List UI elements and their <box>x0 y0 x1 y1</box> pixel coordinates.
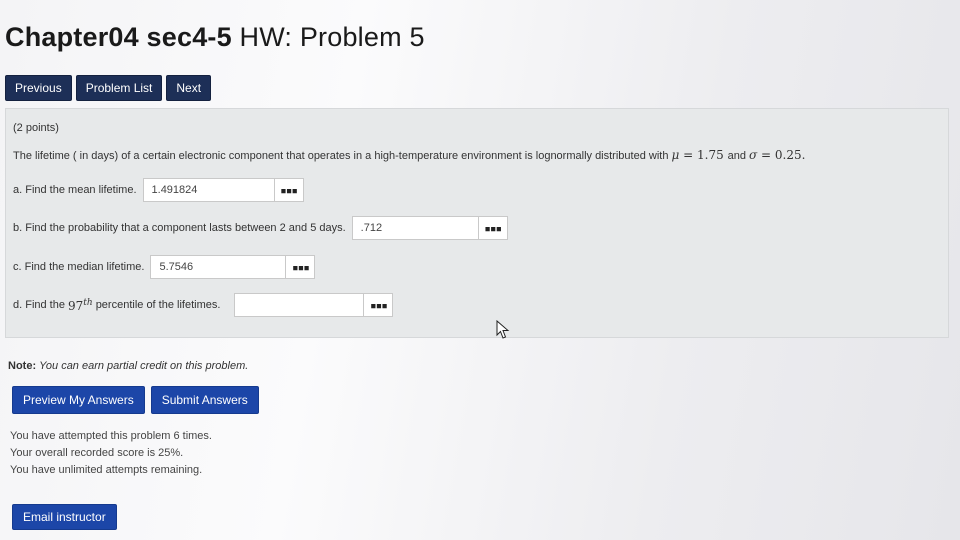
sigma-symbol: σ <box>749 148 758 162</box>
problem-statement: The lifetime ( in days) of a certain ele… <box>13 148 805 162</box>
attempts-info: You have attempted this problem 6 times.… <box>10 428 212 479</box>
part-a-matrix-icon[interactable]: ▪▪▪ <box>273 178 304 202</box>
partial-credit-note: Note: You can earn partial credit on thi… <box>8 360 248 372</box>
email-instructor-button[interactable]: Email instructor <box>12 504 117 530</box>
part-d-label-suffix: percentile of the lifetimes. <box>95 299 221 311</box>
mouse-cursor-icon <box>496 320 510 339</box>
email-section: Email instructor <box>12 504 117 530</box>
next-button[interactable]: Next <box>166 75 212 101</box>
problem-list-button[interactable]: Problem List <box>75 75 163 101</box>
mu-value: 1.75 <box>697 148 724 162</box>
sigma-value: 0.25 <box>774 148 802 162</box>
title-rest: HW: Problem 5 <box>239 22 425 52</box>
part-b-label: b. Find the probability that a component… <box>13 222 346 234</box>
title-main: Chapter04 sec4-5 <box>5 22 232 52</box>
mu-symbol: μ <box>671 148 680 162</box>
submit-answers-button[interactable]: Submit Answers <box>150 386 259 414</box>
note-label: Note: <box>8 360 37 372</box>
attempts-line: You have attempted this problem 6 times. <box>10 430 212 442</box>
part-c-label: c. Find the median lifetime. <box>13 261 145 273</box>
part-c-matrix-icon[interactable]: ▪▪▪ <box>285 255 316 279</box>
preview-answers-button[interactable]: Preview My Answers <box>12 386 145 414</box>
part-a: a. Find the mean lifetime. ▪▪▪ <box>13 178 304 202</box>
part-d-percentile-number: 97 <box>67 298 84 313</box>
part-c: c. Find the median lifetime. ▪▪▪ <box>13 255 316 279</box>
part-a-label: a. Find the mean lifetime. <box>13 184 137 196</box>
part-c-answer-input[interactable] <box>150 255 287 279</box>
answer-actions: Preview My Answers Submit Answers <box>12 386 259 414</box>
note-text: You can earn partial credit on this prob… <box>39 360 249 372</box>
part-d-answer-input[interactable] <box>234 293 365 317</box>
and-word: and <box>727 150 746 162</box>
previous-button[interactable]: Previous <box>5 75 72 101</box>
part-d-label-prefix: d. Find the <box>13 299 65 311</box>
part-d: d. Find the 97th percentile of the lifet… <box>13 293 394 317</box>
part-b-answer-input[interactable] <box>351 216 479 240</box>
part-a-answer-input[interactable] <box>142 178 275 202</box>
sigma-expression: σ = 0.25. <box>749 148 806 162</box>
part-b-matrix-icon[interactable]: ▪▪▪ <box>477 216 508 240</box>
problem-points: (2 points) <box>13 122 59 134</box>
problem-panel: (2 points) The lifetime ( in days) of a … <box>5 108 949 338</box>
part-d-percentile-sup: th <box>83 297 93 308</box>
problem-nav: Previous Problem List Next <box>5 75 212 101</box>
mu-expression: μ = 1.75 <box>671 148 724 162</box>
score-line: Your overall recorded score is 25%. <box>10 447 184 459</box>
part-d-matrix-icon[interactable]: ▪▪▪ <box>363 293 394 317</box>
part-d-percentile-math: 97th <box>68 298 93 313</box>
part-b: b. Find the probability that a component… <box>13 216 508 240</box>
remaining-line: You have unlimited attempts remaining. <box>10 464 203 476</box>
page-title: Chapter04 sec4-5 HW: Problem 5 <box>5 22 425 53</box>
statement-text: The lifetime ( in days) of a certain ele… <box>13 150 669 162</box>
